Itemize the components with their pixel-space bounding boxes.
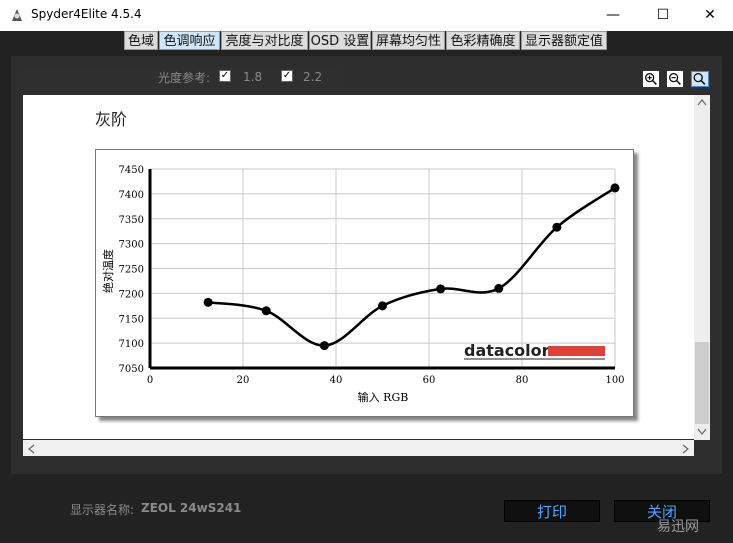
- datacolor-logo: datacolor: [464, 341, 550, 360]
- y-tick-label: 7150: [119, 314, 144, 325]
- x-tick-label: 0: [147, 375, 153, 386]
- gamma-1-8-checkbox[interactable]: ✓: [219, 70, 231, 82]
- data-point: [436, 284, 446, 294]
- data-point: [494, 283, 504, 293]
- x-tick-label: 80: [516, 375, 529, 386]
- close-window-button[interactable]: ✕: [687, 0, 733, 31]
- zoom-in-icon[interactable]: [642, 70, 660, 88]
- minimize-button[interactable]: —: [590, 0, 636, 31]
- scroll-left-icon[interactable]: [27, 444, 35, 454]
- zoom-fit-icon[interactable]: [690, 70, 710, 88]
- scroll-up-icon[interactable]: [697, 98, 707, 106]
- gamma-reference-label: 光度参考:: [158, 71, 211, 85]
- y-tick-label: 7350: [119, 215, 144, 226]
- zoom-out-icon[interactable]: [666, 70, 684, 88]
- watermark: 易迅网: [657, 519, 699, 535]
- y-tick-label: 7450: [119, 165, 144, 176]
- tab-screen-uniformity[interactable]: 屏幕均匀性: [372, 31, 445, 50]
- monitor-name-label: 显示器名称:: [70, 503, 135, 517]
- gamma-2-2-label: 2.2: [303, 70, 323, 84]
- y-tick-label: 7050: [119, 364, 144, 375]
- section-title: 灰阶: [95, 110, 128, 129]
- y-axis-label: 绝对温度: [101, 249, 115, 293]
- vertical-scroll-thumb[interactable]: [695, 342, 709, 424]
- maximize-button[interactable]: ☐: [640, 0, 686, 31]
- datacolor-logo-bar: [548, 346, 605, 356]
- data-points: [203, 183, 620, 351]
- y-tick-label: 7100: [119, 339, 144, 350]
- scroll-down-icon[interactable]: [697, 428, 707, 436]
- y-tick-label: 7200: [119, 289, 144, 300]
- x-tick-label: 100: [605, 375, 624, 386]
- data-point: [552, 222, 562, 232]
- y-tick-label: 7400: [119, 190, 144, 201]
- chart-grid: [149, 168, 616, 369]
- series-line: [207, 186, 616, 347]
- tab-tone-response[interactable]: 色调响应: [159, 31, 220, 50]
- data-point: [203, 297, 213, 307]
- data-point: [378, 301, 387, 311]
- data-point: [610, 183, 620, 193]
- tab-osd-settings[interactable]: OSD 设置: [309, 31, 371, 50]
- tab-brightness-contrast[interactable]: 亮度与对比度: [221, 31, 308, 50]
- tab-monitor-rating[interactable]: 显示器额定值: [521, 31, 607, 50]
- scroll-right-icon[interactable]: [682, 444, 690, 454]
- tab-gamut[interactable]: 色域: [124, 31, 158, 50]
- x-axis-label: 输入 RGB: [358, 390, 409, 404]
- x-tick-label: 60: [423, 375, 436, 386]
- tab-color-accuracy[interactable]: 色彩精确度: [446, 31, 520, 50]
- data-point: [261, 306, 271, 316]
- x-tick-label: 40: [330, 375, 343, 386]
- data-point: [319, 341, 329, 351]
- monitor-name-value: ZEOL 24wS241: [141, 501, 242, 515]
- x-tick-label: 20: [237, 375, 250, 386]
- window-title: Spyder4Elite 4.5.4: [31, 7, 142, 21]
- print-button[interactable]: 打印: [504, 500, 600, 522]
- y-tick-label: 7300: [119, 240, 144, 251]
- grayscale-temperature-chart: 7050 7100 7150 7200 7250 7300 7350 7400 7450 0 20 4…: [101, 165, 625, 404]
- app-logo-icon: [12, 9, 22, 21]
- horizontal-scrollbar[interactable]: [23, 440, 694, 456]
- gamma-2-2-checkbox[interactable]: ✓: [281, 70, 293, 82]
- y-tick-label: 7250: [119, 265, 144, 276]
- gamma-1-8-label: 1.8: [243, 70, 263, 84]
